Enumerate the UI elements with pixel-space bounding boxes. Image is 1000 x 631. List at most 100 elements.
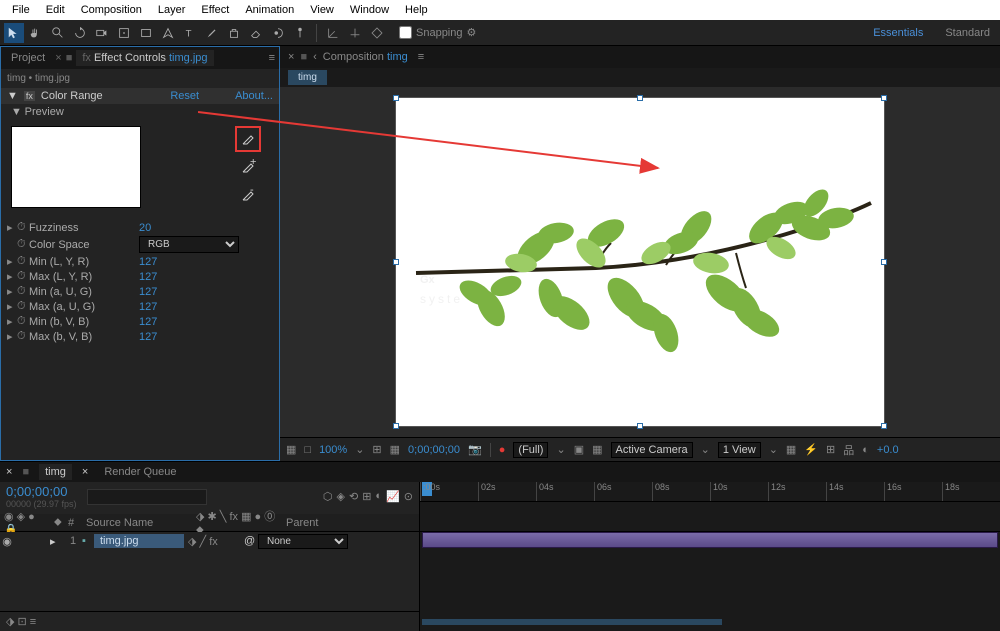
hand-tool[interactable]: [26, 23, 46, 43]
region-icon[interactable]: ▣: [574, 443, 584, 456]
stopwatch-icon[interactable]: ⏱: [17, 330, 29, 343]
timeline-tab-render[interactable]: Render Queue: [98, 464, 182, 480]
param-maxbvb-value[interactable]: 127: [139, 331, 157, 343]
layer-switches[interactable]: ⬗ ╱ fx: [184, 535, 244, 548]
grid-icon[interactable]: ▦: [390, 443, 400, 456]
time-ruler[interactable]: :00s 02s 04s 06s 08s 10s 12s 14s 16s 18s: [420, 482, 1000, 502]
param-fuzziness-value[interactable]: 20: [139, 222, 151, 234]
resolution-select[interactable]: (Full): [513, 442, 548, 458]
clone-tool[interactable]: [224, 23, 244, 43]
viewport[interactable]: [280, 87, 1000, 437]
text-tool[interactable]: T: [180, 23, 200, 43]
tab-close-icon[interactable]: ×: [82, 466, 88, 478]
expand-icon[interactable]: ▸: [7, 300, 17, 313]
comp-back-icon[interactable]: ‹: [313, 51, 317, 63]
param-minbvb-value[interactable]: 127: [139, 316, 157, 328]
fx-badge-icon[interactable]: fx: [24, 91, 35, 101]
panel-close-icon[interactable]: ×: [6, 466, 12, 478]
effect-name[interactable]: Color Range: [41, 90, 103, 102]
snapping-toggle[interactable]: Snapping ⚙: [399, 26, 476, 39]
eyedropper-key-color-icon[interactable]: [237, 128, 259, 150]
stopwatch-icon[interactable]: ⏱: [17, 221, 29, 234]
workspace-essentials[interactable]: Essentials: [867, 25, 929, 41]
transform-handle[interactable]: [393, 95, 399, 101]
safe-zones-icon[interactable]: ⊞: [372, 443, 381, 456]
exposure-value[interactable]: +0.0: [877, 444, 899, 456]
expand-icon[interactable]: ▸: [7, 330, 17, 343]
track-area[interactable]: [420, 514, 1000, 631]
param-colorspace-select[interactable]: RGB: [139, 236, 239, 253]
expand-icon[interactable]: ▸: [7, 221, 17, 234]
eraser-tool[interactable]: [246, 23, 266, 43]
effect-toggle-arrow-icon[interactable]: ▼: [7, 90, 18, 102]
eyedropper-add-icon[interactable]: +: [237, 156, 259, 178]
draft3d-icon[interactable]: ◈: [337, 490, 345, 503]
stopwatch-icon[interactable]: ⏱: [17, 285, 29, 298]
rotate-tool[interactable]: [70, 23, 90, 43]
effect-reset-link[interactable]: Reset: [170, 90, 199, 102]
transparency-icon[interactable]: ▦: [592, 443, 602, 456]
resolution-icon[interactable]: □: [304, 444, 311, 456]
roto-tool[interactable]: [268, 23, 288, 43]
brain-icon[interactable]: ⊙: [404, 490, 413, 503]
zoom-tool[interactable]: [48, 23, 68, 43]
toggle-switches-icon[interactable]: ⬗ ⊡ ≡: [6, 615, 36, 628]
col-source-name[interactable]: Source Name: [82, 517, 192, 529]
parent-select[interactable]: None: [258, 534, 348, 549]
transform-handle[interactable]: [881, 423, 887, 429]
menu-file[interactable]: File: [4, 2, 38, 18]
expand-icon[interactable]: ▸: [7, 255, 17, 268]
snapshot-icon[interactable]: 📷: [468, 443, 482, 456]
anchor-tool[interactable]: [114, 23, 134, 43]
menu-help[interactable]: Help: [397, 2, 436, 18]
panel-close-icon[interactable]: ×: [288, 51, 294, 63]
param-minlyr-value[interactable]: 127: [139, 256, 157, 268]
menu-layer[interactable]: Layer: [150, 2, 194, 18]
param-minaug-value[interactable]: 127: [139, 286, 157, 298]
menu-effect[interactable]: Effect: [193, 2, 237, 18]
stopwatch-icon[interactable]: ⏱: [17, 255, 29, 268]
composition-canvas[interactable]: [395, 97, 885, 427]
graph-editor-icon[interactable]: 📈: [386, 490, 400, 503]
expand-icon[interactable]: ▸: [7, 285, 17, 298]
exposure-reset-icon[interactable]: ◐: [862, 444, 869, 456]
layer-duration-bar[interactable]: [422, 532, 998, 548]
rectangle-tool[interactable]: [136, 23, 156, 43]
expand-icon[interactable]: ▸: [7, 270, 17, 283]
channel-icon[interactable]: ●: [499, 444, 506, 456]
comp-subtab[interactable]: timg: [288, 70, 327, 86]
zoom-value[interactable]: 100%: [319, 444, 347, 456]
menu-edit[interactable]: Edit: [38, 2, 73, 18]
expand-icon[interactable]: ▸: [50, 535, 64, 548]
menu-window[interactable]: Window: [342, 2, 397, 18]
project-tab[interactable]: Project: [5, 50, 51, 66]
transform-handle[interactable]: [881, 95, 887, 101]
transform-handle[interactable]: [881, 259, 887, 265]
menu-animation[interactable]: Animation: [237, 2, 302, 18]
frame-blend-icon[interactable]: ⊞: [362, 490, 371, 503]
snapping-checkbox[interactable]: [399, 26, 412, 39]
hide-shy-icon[interactable]: ⟲: [349, 490, 358, 503]
local-axis-icon[interactable]: [323, 23, 343, 43]
current-timecode[interactable]: 0;00;00;00: [6, 484, 77, 499]
visibility-icon[interactable]: ◉: [0, 535, 14, 548]
layer-name[interactable]: timg.jpg: [94, 534, 184, 548]
motion-blur-icon[interactable]: ◐: [375, 490, 382, 503]
effect-controls-tab[interactable]: fx Effect Controls timg.jpg: [76, 50, 213, 66]
camera-select[interactable]: Active Camera: [611, 442, 693, 458]
viewer-time[interactable]: 0;00;00;00: [408, 444, 460, 456]
panel-menu-icon[interactable]: ≡: [418, 51, 424, 63]
flowchart-icon[interactable]: 品: [843, 442, 854, 458]
fast-preview-icon[interactable]: ⚡: [804, 443, 818, 456]
alpha-icon[interactable]: ▦: [286, 443, 296, 456]
menu-composition[interactable]: Composition: [73, 2, 150, 18]
pen-tool[interactable]: [158, 23, 178, 43]
menu-view[interactable]: View: [302, 2, 342, 18]
snapping-options-icon[interactable]: ⚙: [467, 26, 477, 39]
param-maxaug-value[interactable]: 127: [139, 301, 157, 313]
selection-tool[interactable]: [4, 23, 24, 43]
effect-about-link[interactable]: About...: [235, 90, 273, 102]
workspace-standard[interactable]: Standard: [939, 25, 996, 41]
stopwatch-icon[interactable]: ⏱: [17, 238, 29, 251]
transform-handle[interactable]: [393, 259, 399, 265]
